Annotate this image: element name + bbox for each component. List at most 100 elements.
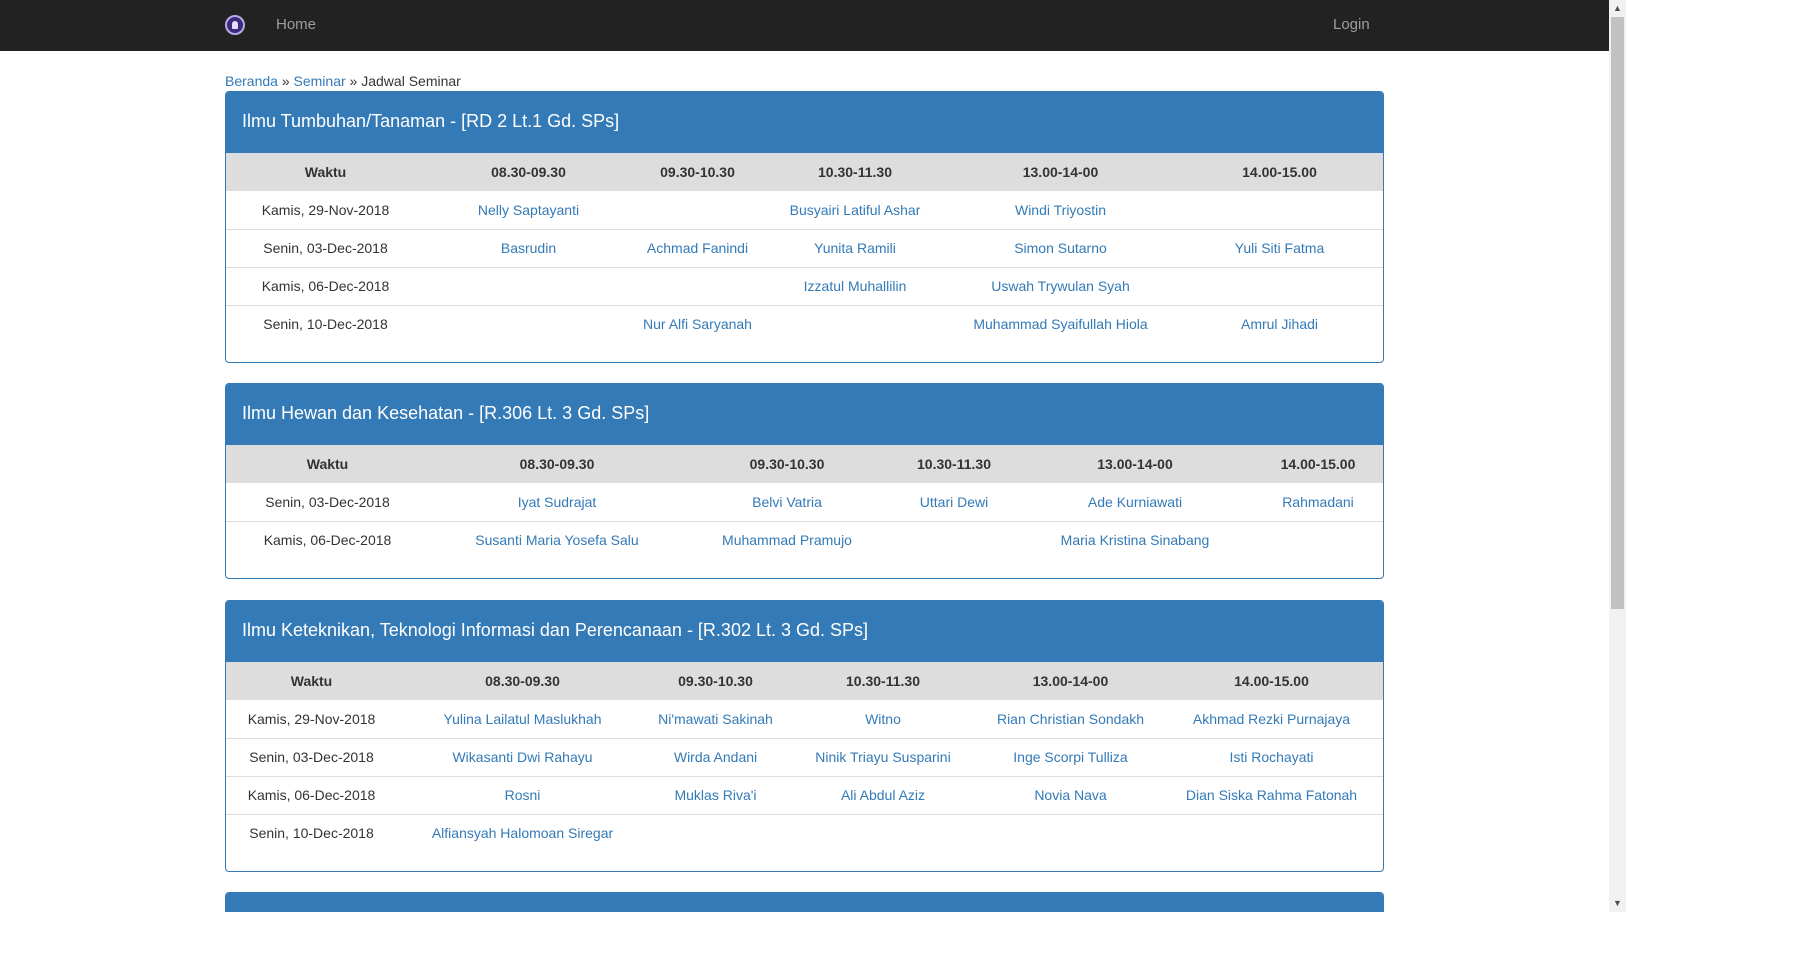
table-header-row: Waktu 08.30-09.30 09.30-10.30 10.30-11.30 13…: [226, 662, 1383, 700]
panel-heading: [226, 893, 1383, 912]
presenter-link[interactable]: Wikasanti Dwi Rahayu: [452, 749, 592, 765]
presenter-cell: [1174, 191, 1383, 229]
presenter-cell: Rian Christian Sondakh: [983, 700, 1158, 738]
presenter-link[interactable]: Belvi Vatria: [752, 494, 822, 510]
column-header: 14.00-15.00: [1158, 662, 1383, 700]
presenter-cell: Windi Triyostin: [947, 191, 1174, 229]
presenter-link[interactable]: Muhammad Syaifullah Hiola: [973, 316, 1147, 332]
presenter-cell: [1251, 520, 1383, 559]
presenter-link[interactable]: Ali Abdul Aziz: [841, 787, 925, 803]
schedule-panel: Ilmu Keteknikan, Teknologi Informasi dan…: [225, 600, 1384, 872]
presenter-link[interactable]: Witno: [865, 711, 901, 727]
nav-login-link[interactable]: Login: [1333, 16, 1370, 33]
presenter-cell: [425, 266, 632, 305]
presenter-link[interactable]: Basrudin: [501, 240, 556, 256]
presenter-cell: Basrudin: [425, 228, 632, 267]
university-logo-icon[interactable]: [225, 15, 245, 35]
presenter-link[interactable]: Rahmadani: [1282, 494, 1354, 510]
presenter-link[interactable]: Izzatul Muhallilin: [804, 278, 907, 294]
column-header: 10.30-11.30: [763, 153, 947, 191]
presenter-link[interactable]: Busyairi Latiful Ashar: [790, 202, 921, 218]
presenter-link[interactable]: Amrul Jihadi: [1241, 316, 1318, 332]
presenter-link[interactable]: Nur Alfi Saryanah: [643, 316, 752, 332]
table-header-row: Waktu 08.30-09.30 09.30-10.30 10.30-11.30 13…: [226, 153, 1383, 191]
presenter-cell: Susanti Maria Yosefa Salu: [429, 520, 685, 559]
presenter-link[interactable]: Windi Triyostin: [1015, 202, 1106, 218]
presenter-cell: Nelly Saptayanti: [425, 191, 632, 229]
presenter-link[interactable]: Yunita Ramili: [814, 240, 896, 256]
presenter-link[interactable]: Alfiansyah Halomoan Siregar: [432, 825, 613, 841]
presenter-link[interactable]: Isti Rochayati: [1229, 749, 1313, 765]
presenter-link[interactable]: Yuli Siti Fatma: [1235, 240, 1324, 256]
presenter-link[interactable]: Akhmad Rezki Purnajaya: [1193, 711, 1350, 727]
presenter-link[interactable]: Muhammad Pramujo: [722, 532, 852, 548]
presenter-link[interactable]: Nelly Saptayanti: [478, 202, 579, 218]
presenter-cell: Busyairi Latiful Ashar: [763, 191, 947, 229]
nav-home-link[interactable]: Home: [276, 16, 316, 33]
presenter-link[interactable]: Dian Siska Rahma Fatonah: [1186, 787, 1357, 803]
presenter-link[interactable]: Ade Kurniawati: [1088, 494, 1182, 510]
presenter-link[interactable]: Wirda Andani: [674, 749, 757, 765]
presenter-cell: Wirda Andani: [648, 737, 783, 776]
presenter-link[interactable]: Iyat Sudrajat: [518, 494, 597, 510]
column-header: 13.00-14-00: [947, 153, 1174, 191]
date-cell: Senin, 10-Dec-2018: [226, 304, 425, 343]
presenter-link[interactable]: Achmad Fanindi: [647, 240, 748, 256]
column-header: 14.00-15.00: [1251, 445, 1383, 483]
date-cell: Senin, 03-Dec-2018: [226, 228, 425, 267]
panel-title: Ilmu Tumbuhan/Tanaman - [RD 2 Lt.1 Gd. S…: [226, 92, 1383, 153]
presenter-cell: [648, 813, 783, 852]
presenter-link[interactable]: Uswah Trywulan Syah: [991, 278, 1130, 294]
table-row: Kamis, 06-Dec-2018 Izzatul Muhallilin Uswa…: [226, 266, 1383, 305]
presenter-cell: Maria Kristina Sinabang: [1019, 520, 1251, 559]
schedule-table: Waktu 08.30-09.30 09.30-10.30 10.30-11.30 13…: [226, 445, 1383, 559]
presenter-link[interactable]: Simon Sutarno: [1014, 240, 1107, 256]
table-row: Kamis, 06-Dec-2018 Susanti Maria Yosefa S…: [226, 520, 1383, 559]
column-header: Waktu: [226, 153, 425, 191]
presenter-link[interactable]: Susanti Maria Yosefa Salu: [475, 532, 638, 548]
schedule-panel: Ilmu Hewan dan Kesehatan - [R.306 Lt. 3 …: [225, 383, 1384, 579]
presenter-link[interactable]: Novia Nava: [1034, 787, 1106, 803]
presenter-cell: Nur Alfi Saryanah: [632, 304, 763, 343]
presenter-link[interactable]: Maria Kristina Sinabang: [1061, 532, 1210, 548]
presenter-link[interactable]: Rosni: [505, 787, 541, 803]
presenter-link[interactable]: Muklas Riva'i: [674, 787, 756, 803]
presenter-cell: [763, 304, 947, 343]
date-cell: Kamis, 29-Nov-2018: [261, 201, 390, 218]
presenter-link[interactable]: Rian Christian Sondakh: [997, 711, 1144, 727]
presenter-cell: [425, 304, 632, 343]
presenter-cell: [1174, 266, 1383, 305]
scroll-up-arrow-icon[interactable]: ▲: [1609, 0, 1626, 17]
presenter-link[interactable]: Yulina Lailatul Maslukhah: [444, 711, 602, 727]
table-row: Senin, 03-Dec-2018 Iyat Sudrajat Belvi Vat…: [226, 483, 1383, 521]
column-header: 13.00-14-00: [1019, 445, 1251, 483]
presenter-cell: Ade Kurniawati: [1019, 483, 1251, 521]
table-row: Kamis, 29-Nov-2018 Yulina Lailatul Masluk…: [226, 700, 1383, 738]
presenter-cell: Uswah Trywulan Syah: [947, 266, 1174, 305]
presenter-cell: Yunita Ramili: [763, 228, 947, 267]
column-header: Waktu: [226, 445, 429, 483]
column-header: 09.30-10.30: [648, 662, 783, 700]
date-cell: Kamis, 06-Dec-2018: [226, 775, 397, 814]
schedule-panel-partial: [225, 892, 1384, 912]
column-header: 10.30-11.30: [783, 662, 983, 700]
presenter-link[interactable]: Ni'mawati Sakinah: [658, 711, 773, 727]
breadcrumb-beranda[interactable]: Beranda: [225, 73, 278, 89]
table-row: Senin, 03-Dec-2018 Wikasanti Dwi Rahayu Wi…: [226, 737, 1383, 776]
presenter-link[interactable]: Inge Scorpi Tulliza: [1013, 749, 1127, 765]
presenter-link[interactable]: Uttari Dewi: [920, 494, 988, 510]
breadcrumb-seminar[interactable]: Seminar: [294, 73, 346, 89]
presenter-cell: Rahmadani: [1251, 483, 1383, 521]
presenter-cell: Yuli Siti Fatma: [1174, 228, 1383, 267]
scroll-down-arrow-icon[interactable]: ▼: [1609, 895, 1626, 912]
scrollbar-thumb[interactable]: [1611, 17, 1624, 609]
table-row: Senin, 10-Dec-2018 Nur Alfi Saryanah Muham…: [226, 304, 1383, 343]
presenter-cell: [783, 813, 983, 852]
column-header: 08.30-09.30: [397, 662, 648, 700]
presenter-cell: [889, 520, 1019, 559]
table-row: Kamis, 06-Dec-2018 Rosni Muklas Riva'i Ali …: [226, 775, 1383, 814]
column-header: 08.30-09.30: [429, 445, 685, 483]
presenter-link[interactable]: Ninik Triayu Susparini: [815, 749, 950, 765]
vertical-scrollbar[interactable]: ▲ ▼: [1609, 0, 1626, 912]
panel-title: Ilmu Hewan dan Kesehatan - [R.306 Lt. 3 …: [226, 384, 1383, 445]
